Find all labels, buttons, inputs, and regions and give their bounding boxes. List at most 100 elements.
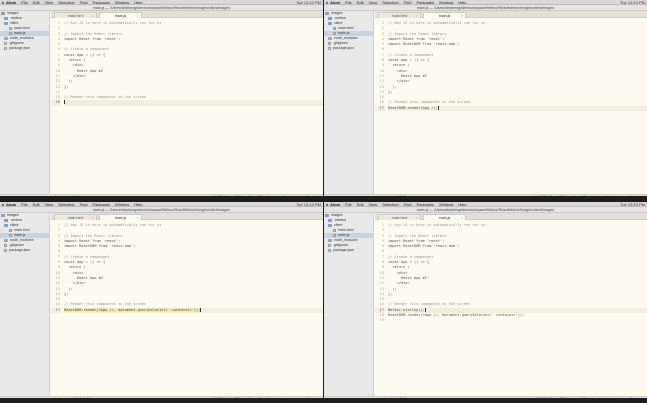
code-text: }; — [388, 89, 393, 94]
tab-main-js[interactable]: main.js × — [423, 12, 466, 18]
file-icon — [333, 31, 336, 35]
code-text: </div> — [64, 73, 86, 78]
tree-item-label: node_modules — [334, 36, 358, 40]
tree-item-label: node_modules — [10, 36, 34, 40]
tab-main-html[interactable]: main.html × — [378, 12, 421, 18]
code-text: import ReactDOM from 'react-dom'; — [64, 244, 136, 249]
file-icon — [333, 228, 336, 232]
code-editor[interactable]: 1 2 3 4 5 6 7 8 9 10 11 12 13 14 15 16 17// Any JS in he… — [51, 221, 323, 396]
folder-icon — [328, 223, 332, 227]
tree-item-label: images — [331, 11, 343, 15]
tree-view: images .meteor client main.html main.js node_… — [324, 11, 374, 194]
file-icon — [333, 233, 336, 237]
code-text: ); — [64, 286, 73, 291]
code-text: ReactDOM.render(App /); — [388, 105, 438, 110]
code-text: React App #2 — [64, 68, 103, 73]
editor-window-4: ● Atom File Edit View Selection Find Packages Wi… — [324, 202, 647, 403]
tree-item-label: package.json — [333, 46, 355, 50]
code-text: return ( — [388, 63, 410, 68]
code-text: // Any JS in here is automatically ran f… — [64, 223, 162, 227]
code-text: // Import the React library — [388, 233, 447, 238]
code-text: // Render this component to the screen — [388, 100, 471, 105]
editor-window-2: ● Atom File Edit View Selection Find Packages Wi… — [324, 0, 647, 201]
tree-item[interactable]: package.json — [324, 46, 373, 51]
line-number-gutter: 1 2 3 4 5 6 7 8 9 10 11 12 13 14 15 16 17 — [51, 223, 61, 314]
code-text: }; — [64, 291, 69, 296]
editor-window-1: ● Atom File Edit View Selection Find Packages Wi… — [0, 0, 323, 201]
tree-view: images .meteor client main.html main.js node_… — [324, 213, 374, 396]
code-text: ); — [64, 79, 73, 84]
code-text: // Import the React library — [64, 31, 123, 36]
tree-view: images .meteor client main.html main.js node_… — [0, 11, 50, 194]
code-text: import ReactDOM from 'react-dom'; — [388, 244, 460, 249]
code-text: ReactDOM.render(<App />, document.queryS… — [64, 307, 201, 312]
tree-item-label: .meteor — [334, 218, 347, 222]
code-text: ); — [388, 84, 397, 89]
file-icon — [4, 243, 7, 247]
tree-item-label: main.html — [338, 228, 354, 232]
tab-main-js[interactable]: main.js × — [99, 214, 142, 220]
tree-item-label: .meteor — [334, 16, 347, 20]
editor-window-3: ● Atom File Edit View Selection Find Packages Wi… — [0, 202, 323, 403]
tree-item-label: package.json — [9, 46, 31, 50]
tab-bar: main.html × main.js × — [51, 11, 323, 18]
tree-item-label: .gitignore — [9, 243, 24, 247]
code-editor[interactable]: 1 2 3 4 5 6 7 8 9 10 11 12 13 14 15 16 17// Any JS in he… — [375, 19, 647, 194]
code-text: <div> — [64, 270, 84, 275]
line-number: 17 — [51, 307, 61, 314]
code-text: import React from 'react'; — [388, 36, 445, 41]
code-editor[interactable]: 1 2 3 4 5 6 7 8 9 10 11 12 13 14 15 16// Any JS in here… — [51, 19, 323, 194]
code-lines: // Any JS in here is automatically ran f… — [388, 223, 647, 324]
code-text: // Render this component to the screen — [64, 302, 147, 307]
tree-item[interactable]: package.json — [324, 248, 373, 253]
code-lines: // Any JS in here is automatically ran f… — [64, 21, 323, 106]
file-icon — [9, 228, 12, 232]
folder-icon — [1, 11, 5, 15]
code-text: const App = () => { — [64, 52, 106, 57]
tab-label: main.js — [114, 14, 127, 18]
code-text: const App = () => { — [64, 260, 106, 265]
code-text: import React from 'react'; — [64, 238, 121, 243]
tree-item[interactable]: package.json — [0, 46, 49, 51]
tab-main-html[interactable]: main.html × — [54, 12, 97, 18]
code-text: // Import the React library — [388, 31, 447, 36]
code-text: // Create a component — [388, 254, 434, 259]
text-cursor — [64, 100, 65, 105]
tab-label: main.js — [438, 216, 451, 220]
tab-label: main.html — [67, 216, 84, 220]
tree-item-label: node_modules — [334, 238, 358, 242]
line-number: 16 — [51, 100, 61, 106]
file-icon — [4, 46, 7, 50]
file-icon — [4, 41, 7, 45]
code-text: const App = () => { — [388, 260, 430, 265]
tab-main-html[interactable]: main.html × — [378, 214, 421, 220]
folder-icon — [4, 218, 8, 222]
line-number-gutter: 1 2 3 4 5 6 7 8 9 10 11 12 13 14 15 16 17 18 19 — [375, 223, 385, 324]
tab-main-html[interactable]: main.html × — [54, 214, 97, 220]
code-text: // Any JS in here is automatically ran f… — [388, 223, 486, 227]
tree-item-label: main.js — [14, 233, 26, 237]
tree-item-label: main.js — [14, 31, 26, 35]
tree-item-label: images — [7, 11, 19, 15]
folder-icon — [1, 213, 5, 217]
file-icon — [328, 248, 331, 252]
tab-label: main.js — [438, 14, 451, 18]
code-text: // Create a component — [64, 47, 110, 52]
folder-icon — [328, 238, 332, 242]
tree-item-label: main.js — [338, 233, 350, 237]
dock — [0, 398, 323, 403]
tree-item-label: node_modules — [10, 238, 34, 242]
tree-view: images .meteor client main.html main.js node_… — [0, 213, 50, 396]
code-text: <div> — [388, 68, 408, 73]
code-editor[interactable]: 1 2 3 4 5 6 7 8 9 10 11 12 13 14 15 16 17 18 19// Any JS i… — [375, 221, 647, 396]
dock — [324, 398, 647, 403]
tab-main-js[interactable]: main.js × — [99, 12, 142, 18]
tree-item[interactable]: package.json — [0, 248, 49, 253]
code-lines: // Any JS in here is automatically ran f… — [388, 21, 647, 112]
text-cursor — [424, 307, 426, 312]
tab-main-js[interactable]: main.js × — [423, 214, 466, 220]
folder-icon — [328, 218, 332, 222]
tree-item-label: .meteor — [10, 16, 23, 20]
tab-bar: main.html × main.js × — [51, 213, 323, 220]
